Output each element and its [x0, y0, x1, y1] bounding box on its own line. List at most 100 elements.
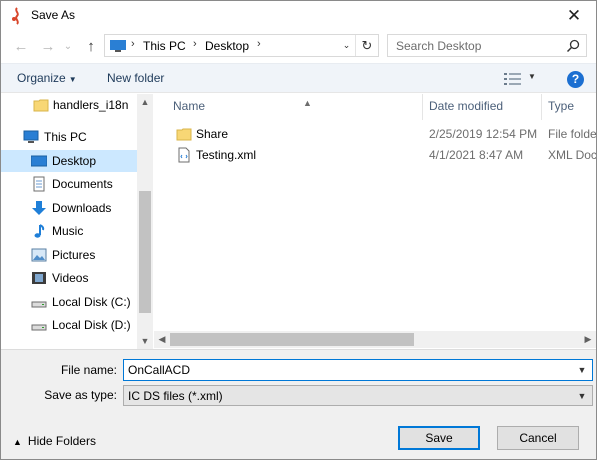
sidebar-item-handlers-i18n[interactable]: handlers_i18n — [1, 94, 137, 116]
videos-icon — [32, 272, 46, 284]
file-name-label: File name: — [60, 363, 117, 377]
search-box — [387, 34, 587, 57]
sidebar-item-label: Downloads — [52, 201, 112, 215]
breadcrumb-separator: › — [193, 38, 197, 50]
details-view-icon — [504, 73, 521, 85]
scroll-down-icon[interactable]: ▼ — [137, 333, 153, 349]
window-title: Save As — [31, 8, 76, 22]
column-header-label: Name — [173, 99, 206, 113]
scroll-right-icon[interactable]: ▶ — [580, 331, 596, 348]
hide-folders-button[interactable]: ▲ Hide Folders — [13, 434, 96, 448]
save-as-type-label: Save as type: — [44, 388, 117, 402]
save-as-type-value: IC DS files (*.xml) — [128, 389, 223, 403]
caret-down-icon: ▼ — [68, 75, 77, 84]
organize-button[interactable]: Organize ▼ — [17, 71, 77, 85]
sidebar-item-local-disk-d[interactable]: Local Disk (D:) — [1, 314, 137, 336]
organize-label: Organize — [17, 71, 66, 85]
nav-pane-scrollbar[interactable]: ▲ ▼ — [137, 94, 153, 349]
column-header-label: Type — [548, 99, 575, 113]
scrollbar-thumb[interactable] — [170, 333, 414, 346]
help-icon[interactable]: ? — [567, 71, 584, 88]
sidebar-item-desktop[interactable]: Desktop — [1, 150, 137, 172]
sidebar-item-downloads[interactable]: Downloads — [1, 197, 137, 219]
change-view-button[interactable]: ▼ — [504, 70, 542, 88]
sidebar-item-local-disk-c[interactable]: Local Disk (C:) — [1, 291, 137, 313]
address-dropdown-button[interactable]: ⌄ — [338, 35, 356, 56]
back-arrow-icon: ← — [13, 38, 29, 55]
title-bar: Save As ✕ — [1, 1, 596, 31]
computer-icon — [110, 40, 126, 52]
downloads-icon — [32, 201, 46, 215]
file-list-pane: ▲ Name Date modified Type Share 2/25/201… — [154, 94, 596, 349]
breadcrumb-separator: › — [257, 38, 261, 50]
cancel-button[interactable]: Cancel — [497, 426, 579, 450]
navigation-pane: handlers_i18n This PC Desktop Documents … — [1, 94, 153, 349]
xml-file-icon — [178, 147, 190, 163]
scroll-left-icon[interactable]: ◀ — [154, 331, 170, 348]
close-icon: ✕ — [566, 5, 582, 25]
sidebar-item-label: handlers_i18n — [53, 98, 129, 112]
column-header-label: Date modified — [429, 99, 504, 113]
file-type: File folder — [548, 127, 596, 141]
sidebar-item-label: Local Disk (C:) — [52, 295, 131, 309]
back-button[interactable]: ← — [11, 37, 31, 57]
chevron-down-icon: ▼ — [577, 391, 587, 401]
save-button[interactable]: Save — [398, 426, 480, 450]
breadcrumb-separator: › — [131, 38, 135, 50]
forward-arrow-icon: → — [40, 38, 56, 55]
chevron-down-icon: ⌄ — [342, 40, 351, 50]
breadcrumb-desktop[interactable]: Desktop — [205, 39, 249, 53]
address-bar[interactable]: › This PC › Desktop › ⌄ ↻ — [104, 34, 379, 57]
sidebar-item-videos[interactable]: Videos — [1, 267, 137, 289]
file-name: Share — [196, 127, 229, 141]
forward-button[interactable]: → — [38, 37, 58, 57]
new-folder-button[interactable]: New folder — [107, 71, 164, 85]
search-input[interactable] — [388, 35, 564, 56]
recent-locations-button[interactable]: ⌄ — [61, 37, 75, 57]
pictures-icon — [31, 248, 47, 262]
file-list-horizontal-scrollbar[interactable]: ◀ ▶ — [154, 331, 596, 348]
sidebar-item-label: Pictures — [52, 248, 96, 262]
sidebar-item-music[interactable]: Music — [1, 220, 137, 242]
sidebar-item-label: Documents — [52, 177, 113, 191]
close-button[interactable]: ✕ — [552, 1, 596, 30]
scrollbar-thumb[interactable] — [139, 191, 151, 313]
file-date: 2/25/2019 12:54 PM — [429, 127, 538, 141]
file-row[interactable]: Share 2/25/2019 12:54 PM File folder — [168, 124, 596, 144]
chevron-down-icon[interactable]: ▼ — [574, 360, 590, 380]
save-as-type-select[interactable]: IC DS files (*.xml) ▼ — [123, 385, 593, 406]
computer-icon — [23, 130, 39, 143]
folder-icon — [176, 128, 192, 141]
caret-down-icon: ▼ — [528, 72, 536, 81]
file-name-field[interactable] — [124, 360, 572, 380]
scroll-up-icon[interactable]: ▲ — [137, 94, 153, 110]
search-icon[interactable] — [566, 39, 580, 53]
sidebar-item-label: Videos — [52, 271, 89, 285]
app-icon — [12, 7, 19, 25]
sidebar-item-label: This PC — [44, 130, 87, 144]
column-header-name[interactable]: ▲ Name — [167, 94, 423, 120]
sidebar-item-label: Desktop — [52, 154, 97, 168]
save-form: File name: ▼ Save as type: IC DS files (… — [1, 349, 596, 459]
refresh-button[interactable]: ↻ — [358, 35, 376, 56]
refresh-icon: ↻ — [361, 38, 373, 53]
desktop-icon — [31, 155, 47, 167]
chevron-up-icon: ▲ — [13, 437, 22, 447]
file-name-combobox: ▼ — [123, 359, 593, 381]
up-arrow-icon: ↑ — [87, 38, 95, 55]
save-as-dialog: Save As ✕ ← → ⌄ ↑ › This PC › Desktop › … — [0, 0, 597, 460]
file-row[interactable]: Testing.xml 4/1/2021 8:47 AM XML Docu — [168, 145, 596, 165]
music-icon — [34, 224, 45, 238]
column-header-date-modified[interactable]: Date modified — [423, 94, 542, 120]
file-type: XML Docu — [548, 148, 596, 162]
file-name: Testing.xml — [196, 148, 257, 162]
sidebar-item-documents[interactable]: Documents — [1, 173, 137, 195]
sidebar-item-this-pc[interactable]: This PC — [1, 126, 137, 148]
hide-folders-label: Hide Folders — [27, 434, 96, 448]
sidebar-item-pictures[interactable]: Pictures — [1, 244, 137, 266]
sidebar-item-label: Local Disk (D:) — [52, 318, 131, 332]
breadcrumb-this-pc[interactable]: This PC — [143, 39, 186, 53]
up-button[interactable]: ↑ — [81, 37, 101, 57]
folder-icon — [33, 99, 49, 112]
column-header-type[interactable]: Type — [542, 94, 596, 120]
